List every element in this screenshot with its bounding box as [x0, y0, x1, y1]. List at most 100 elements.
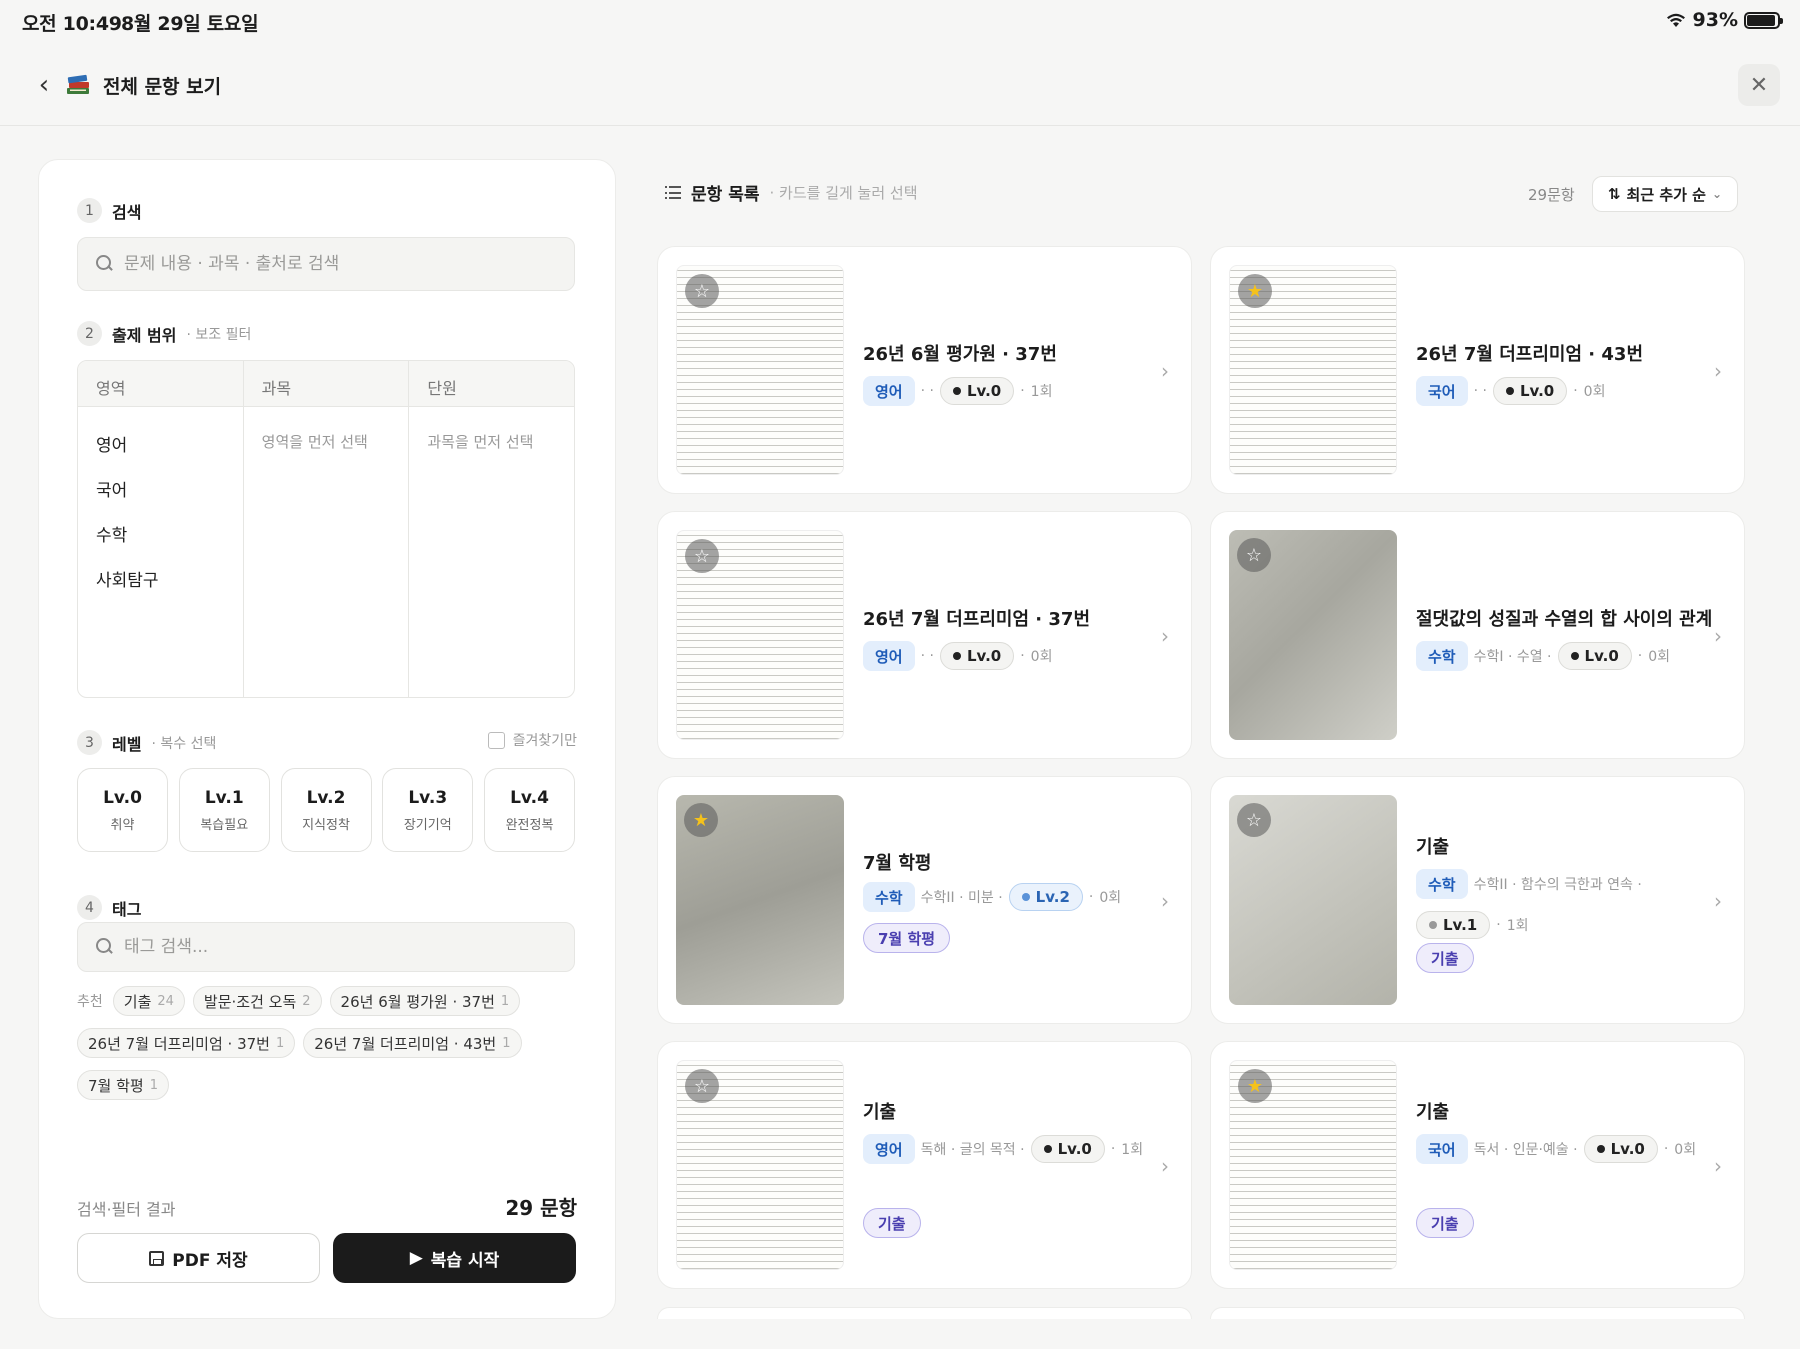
save-icon [149, 1250, 165, 1266]
recommended-label: 추천 [77, 994, 103, 1010]
chevron-right-icon: › [1161, 359, 1169, 383]
level-button-1[interactable]: Lv.1 복습필요 [178, 768, 270, 852]
question-card[interactable]: ★ 기출 국어 독서 · 인문·예술 · Lv.0 · 0회 기출 › [1210, 1041, 1745, 1289]
level-desc: 장기기억 [403, 817, 452, 833]
card-meta: 국어 · · Lv.0 · 0회 [1416, 376, 1706, 406]
close-button[interactable]: ✕ [1738, 64, 1780, 106]
level-badge: Lv.0 [1583, 1135, 1658, 1163]
section-title: 출제 범위 [112, 325, 177, 345]
tag-chip[interactable]: 7월 학평 1 [77, 1070, 169, 1100]
card-dot: · [1110, 1141, 1116, 1157]
tag-chip-name: 26년 6월 평가원 · 37번 [340, 992, 495, 1011]
card-detail: 수학I · 수열 · [1473, 649, 1552, 665]
unit-column-header: 단원 [409, 361, 574, 407]
favorites-checkbox[interactable] [487, 731, 505, 749]
card-meta: 수학 수학I · 수열 · Lv.0 · 0회 [1416, 641, 1706, 671]
card-meta: 수학 수학II · 함수의 극한과 연속 · Lv.1 · 1회 [1416, 869, 1706, 939]
area-item-social-studies[interactable]: 사회탐구 [78, 556, 243, 601]
chevron-left-icon: ‹ [38, 70, 50, 100]
level-badge-label: Lv.0 [966, 382, 1002, 400]
wifi-icon [1666, 13, 1685, 27]
area-item-math[interactable]: 수학 [78, 511, 243, 556]
chevron-right-icon: › [1161, 1154, 1169, 1178]
subject-column-header: 과목 [243, 361, 409, 407]
tag-chip[interactable]: 26년 6월 평가원 · 37번 1 [329, 986, 521, 1016]
question-thumbnail: ★ [1229, 265, 1397, 475]
level-name: Lv.4 [510, 787, 549, 808]
level-badge-label: Lv.0 [966, 647, 1002, 665]
tag-chip-count: 24 [157, 993, 174, 1009]
header: ‹ 전체 문항 보기 ✕ [0, 44, 1800, 126]
star-icon[interactable]: ★ [1238, 1069, 1272, 1103]
question-card[interactable]: ☆ 절댓값의 성질과 수열의 합 사이의 관계 수학 수학I · 수열 · Lv… [1210, 511, 1745, 759]
card-detail: · · [920, 383, 934, 399]
level-button-0[interactable]: Lv.0 취약 [77, 768, 168, 852]
tag-search-input[interactable] [124, 937, 544, 957]
level-button-3[interactable]: Lv.3 장기기억 [382, 768, 474, 852]
level-name: Lv.2 [306, 787, 346, 808]
back-button[interactable]: ‹ [30, 70, 58, 100]
tag-search-box[interactable] [77, 922, 575, 972]
area-column: 영역 영어 국어 수학 사회탐구 [78, 361, 244, 697]
star-icon[interactable]: ☆ [1237, 538, 1271, 572]
question-card[interactable]: ★ 26년 7월 더프리미엄 · 43번 국어 · · Lv.0 · 0회 › [1210, 246, 1745, 494]
card-meta: 영어 · · Lv.0 · 0회 [863, 641, 1153, 671]
pdf-save-button[interactable]: PDF 저장 [77, 1233, 320, 1283]
tag-chip[interactable]: 발문·조건 오독 2 [192, 986, 322, 1016]
star-icon[interactable]: ☆ [685, 539, 719, 573]
status-time: 오전 10:49 [22, 13, 122, 35]
tag-chip[interactable]: 26년 7월 더프리미엄 · 37번 1 [77, 1028, 296, 1058]
card-detail: · · [1473, 383, 1487, 399]
subject-badge: 수학 [863, 882, 915, 912]
favorites-label: 즐겨찾기만 [512, 733, 577, 749]
question-search-box[interactable] [77, 237, 575, 291]
chevron-down-icon: ⌄ [1711, 187, 1723, 201]
sort-icon: ⇅ [1607, 185, 1621, 203]
page-title: 전체 문항 보기 [103, 76, 222, 98]
favorites-only-toggle[interactable]: 즐겨찾기만 [487, 730, 577, 750]
level-name: Lv.1 [204, 787, 244, 808]
card-title: 26년 7월 더프리미엄 · 43번 [1416, 344, 1644, 365]
card-detail: · · [920, 648, 934, 664]
star-icon[interactable]: ★ [684, 803, 718, 837]
list-header: 문항 목록 · 카드를 길게 눌러 선택 [665, 180, 918, 205]
status-right: 93% [1665, 9, 1783, 31]
tag-chip[interactable]: 기출 24 [112, 986, 185, 1016]
area-item-korean[interactable]: 국어 [78, 466, 243, 511]
card-dot: · [1088, 889, 1094, 905]
question-card[interactable]: ☆ 기출 영어 독해 · 글의 목적 · Lv.0 · 1회 기출 › [657, 1041, 1192, 1289]
review-count: 0회 [1648, 649, 1671, 665]
star-icon[interactable]: ★ [1238, 274, 1272, 308]
question-search-input[interactable] [124, 254, 544, 274]
level-badge-label: Lv.0 [1610, 1140, 1645, 1158]
question-card[interactable]: ★ 7월 학평 수학 수학II · 미분 · Lv.2 · 0회 7월 학평 › [657, 776, 1192, 1024]
subject-badge: 수학 [1416, 641, 1468, 671]
start-review-button[interactable]: ▶ 복습 시작 [333, 1233, 576, 1283]
level-button-2[interactable]: Lv.2 지식정착 [280, 768, 372, 852]
level-button-4[interactable]: Lv.4 완전정복 [484, 768, 575, 852]
status-bar: 오전 10:49 8월 29일 토요일 93% [0, 0, 1800, 40]
tag-chip[interactable]: 26년 7월 더프리미엄 · 43번 1 [303, 1028, 522, 1058]
star-icon[interactable]: ☆ [1237, 803, 1271, 837]
star-icon[interactable]: ☆ [685, 274, 719, 308]
card-detail: 수학II · 미분 · [920, 890, 1003, 906]
review-count: 0회 [1099, 890, 1122, 906]
star-icon[interactable]: ☆ [685, 1069, 719, 1103]
area-column-header: 영역 [78, 361, 243, 407]
close-icon: ✕ [1749, 72, 1769, 98]
question-card[interactable]: ☆ 26년 6월 평가원 · 37번 영어 · · Lv.0 · 1회 › [657, 246, 1192, 494]
card-dot: · [1020, 648, 1025, 664]
review-count: 1회 [1121, 1142, 1144, 1158]
question-card[interactable]: ☆ 26년 7월 더프리미엄 · 37번 영어 · · Lv.0 · 0회 › [657, 511, 1192, 759]
search-icon [96, 255, 114, 273]
tag-chip-name: 발문·조건 오독 [203, 992, 297, 1011]
question-card[interactable]: ☆ 기출 수학 수학II · 함수의 극한과 연속 · Lv.1 · 1회 기출… [1210, 776, 1745, 1024]
card-title: 26년 7월 더프리미엄 · 37번 [863, 609, 1091, 630]
unit-hint: 과목을 먼저 선택 [427, 433, 534, 451]
question-thumbnail: ☆ [676, 265, 844, 475]
area-item-english[interactable]: 영어 [78, 421, 243, 466]
question-thumbnail: ★ [1229, 1060, 1397, 1270]
search-icon [96, 938, 114, 956]
sort-dropdown[interactable]: ⇅ 최근 추가 순 ⌄ [1592, 176, 1738, 212]
books-icon [67, 74, 89, 94]
